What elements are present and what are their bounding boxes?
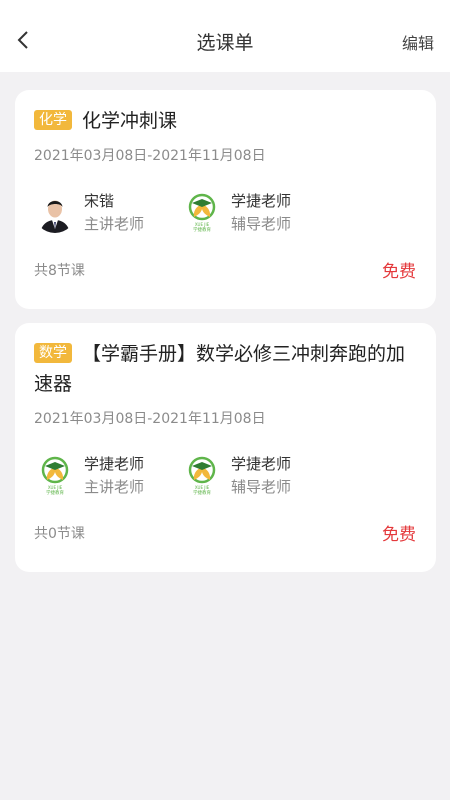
teacher-main: 宋锴 主讲老师 xyxy=(34,190,194,236)
course-title: 化学 化学冲刺课 xyxy=(34,106,416,136)
course-title: 数学 【学霸手册】数学必修三冲刺奔跑的加速器 xyxy=(34,339,416,399)
teacher-name: 学捷老师 xyxy=(231,455,292,473)
teacher-role: 辅导老师 xyxy=(231,215,292,233)
svg-text:XUE JIE: XUE JIE xyxy=(195,485,210,490)
course-title-text: 化学冲刺课 xyxy=(82,110,178,132)
avatar: XUE JIE 学捷教育 xyxy=(181,191,223,233)
teacher-role: 辅导老师 xyxy=(231,478,292,496)
course-date: 2021年03月08日-2021年11月08日 xyxy=(34,148,266,164)
course-title-text: 【学霸手册】数学必修三冲刺奔跑的加速器 xyxy=(34,343,406,395)
brand-logo-icon: XUE JIE 学捷教育 xyxy=(181,454,223,496)
svg-text:XUE JIE: XUE JIE xyxy=(48,485,63,490)
teacher-name: 宋锴 xyxy=(84,192,115,210)
svg-text:学捷教育: 学捷教育 xyxy=(46,489,64,496)
course-date: 2021年03月08日-2021年11月08日 xyxy=(34,411,266,427)
person-avatar-icon xyxy=(34,191,76,233)
lesson-count: 共0节课 xyxy=(34,526,85,542)
teacher-tutor: XUE JIE 学捷教育 学捷老师 辅导老师 xyxy=(181,190,341,236)
avatar xyxy=(34,191,76,233)
subject-tag: 数学 xyxy=(34,343,72,363)
brand-logo-icon: XUE JIE 学捷教育 xyxy=(181,191,223,233)
teacher-name: 学捷老师 xyxy=(84,455,145,473)
teacher-main: XUE JIE 学捷教育 学捷老师 主讲老师 xyxy=(34,453,194,499)
teacher-name: 学捷老师 xyxy=(231,192,292,210)
avatar: XUE JIE 学捷教育 xyxy=(181,454,223,496)
teacher-role: 主讲老师 xyxy=(84,478,145,496)
svg-text:学捷教育: 学捷教育 xyxy=(193,226,211,233)
teacher-tutor: XUE JIE 学捷教育 学捷老师 辅导老师 xyxy=(181,453,341,499)
lesson-count: 共8节课 xyxy=(34,263,85,279)
teacher-role: 主讲老师 xyxy=(84,215,145,233)
svg-text:学捷教育: 学捷教育 xyxy=(193,489,211,496)
price-label: 免费 xyxy=(382,525,416,545)
course-card[interactable]: 数学 【学霸手册】数学必修三冲刺奔跑的加速器 2021年03月08日-2021年1… xyxy=(15,323,436,572)
top-bar: 选课单 编辑 xyxy=(0,0,450,72)
edit-button[interactable]: 编辑 xyxy=(402,30,434,54)
avatar: XUE JIE 学捷教育 xyxy=(34,454,76,496)
price-label: 免费 xyxy=(382,262,416,282)
subject-tag: 化学 xyxy=(34,110,72,130)
brand-logo-icon: XUE JIE 学捷教育 xyxy=(34,454,76,496)
page-title: 选课单 xyxy=(196,32,254,54)
svg-text:XUE JIE: XUE JIE xyxy=(195,222,210,227)
course-card[interactable]: 化学 化学冲刺课 2021年03月08日-2021年11月08日 宋锴 主讲老师 … xyxy=(15,90,436,309)
